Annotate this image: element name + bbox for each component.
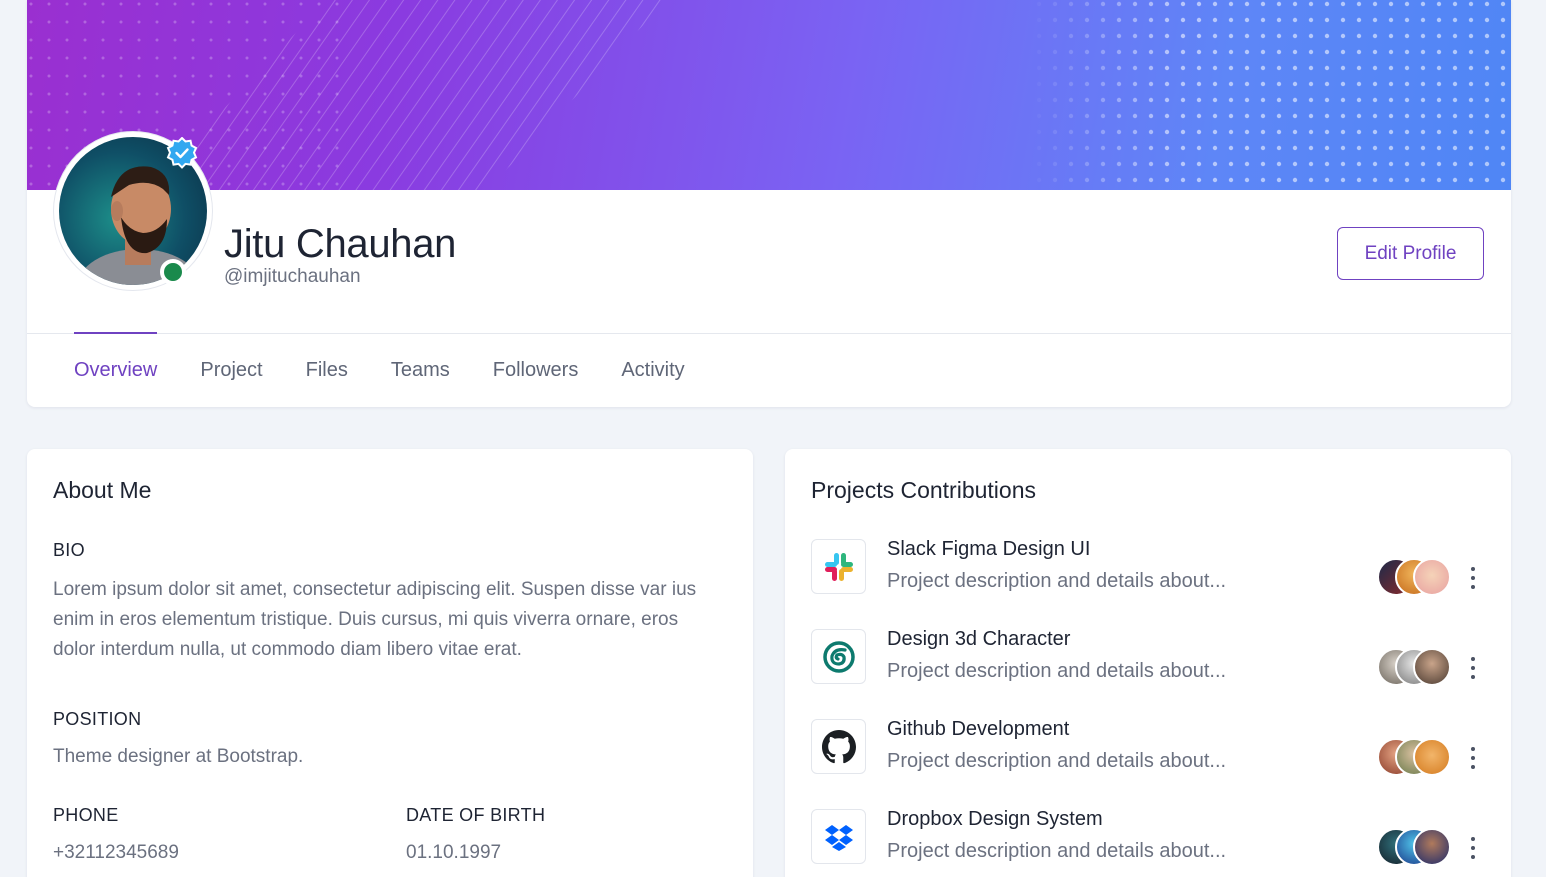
- position-value: Theme designer at Bootstrap.: [53, 746, 304, 767]
- project-item[interactable]: Design 3d Character Project description …: [811, 626, 1485, 699]
- avatar: [1413, 738, 1451, 776]
- about-title: About Me: [53, 477, 152, 503]
- contributor-avatars[interactable]: [1377, 828, 1457, 866]
- profile-handle: @imjituchauhan: [224, 266, 361, 287]
- tab-overview[interactable]: Overview: [74, 332, 158, 407]
- projects-contributions-card: Projects Contributions Slack Figma Desig…: [785, 449, 1511, 877]
- project-title[interactable]: Github Development: [887, 716, 1069, 742]
- tab-activity[interactable]: Activity: [621, 333, 684, 407]
- tab-followers[interactable]: Followers: [493, 333, 579, 407]
- dropbox-icon: [811, 809, 866, 864]
- tab-teams[interactable]: Teams: [391, 333, 450, 407]
- about-me-card: About Me BIO Lorem ipsum dolor sit amet,…: [27, 449, 753, 877]
- avatar: [1413, 558, 1451, 596]
- project-title[interactable]: Dropbox Design System: [887, 806, 1103, 832]
- cover-banner: [27, 0, 1511, 190]
- project-description: Project description and details about...: [887, 660, 1227, 682]
- edit-profile-button[interactable]: Edit Profile: [1337, 227, 1484, 280]
- avatar: [1413, 648, 1451, 686]
- dob-label: DATE OF BIRTH: [406, 805, 546, 825]
- tab-files[interactable]: Files: [306, 333, 348, 407]
- projects-title: Projects Contributions: [811, 477, 1036, 503]
- more-options-icon[interactable]: [1465, 747, 1481, 769]
- contributor-avatars[interactable]: [1377, 648, 1457, 686]
- phone-label: PHONE: [53, 805, 119, 825]
- contributor-avatars[interactable]: [1377, 558, 1457, 596]
- dob-value: 01.10.1997: [406, 842, 502, 863]
- profile-header-card: Jitu Chauhan @imjituchauhan Edit Profile…: [27, 0, 1511, 407]
- profile-tabs: Overview Project Files Teams Followers A…: [74, 332, 728, 407]
- project-description: Project description and details about...: [887, 570, 1227, 592]
- bio-label: BIO: [53, 540, 85, 560]
- contributor-avatars[interactable]: [1377, 738, 1457, 776]
- verified-badge-icon: [166, 137, 198, 169]
- 3d-character-icon: [811, 629, 866, 684]
- project-item[interactable]: Github Development Project description a…: [811, 716, 1485, 789]
- github-icon: [811, 719, 866, 774]
- avatar: [1413, 828, 1451, 866]
- project-description: Project description and details about...: [887, 840, 1227, 862]
- phone-value: +32112345689: [53, 842, 179, 863]
- project-title[interactable]: Design 3d Character: [887, 626, 1070, 652]
- online-status-dot: [160, 259, 186, 285]
- more-options-icon[interactable]: [1465, 657, 1481, 679]
- tab-project[interactable]: Project: [200, 333, 262, 407]
- project-item[interactable]: Slack Figma Design UI Project descriptio…: [811, 536, 1485, 609]
- more-options-icon[interactable]: [1465, 837, 1481, 859]
- project-title[interactable]: Slack Figma Design UI: [887, 536, 1090, 562]
- profile-name: Jitu Chauhan: [224, 222, 457, 266]
- slack-icon: [811, 539, 866, 594]
- project-item[interactable]: Dropbox Design System Project descriptio…: [811, 806, 1485, 877]
- more-options-icon[interactable]: [1465, 567, 1481, 589]
- cover-pattern: [27, 0, 1511, 190]
- bio-text: Lorem ipsum dolor sit amet, consectetur …: [53, 579, 697, 660]
- position-label: POSITION: [53, 709, 142, 729]
- project-description: Project description and details about...: [887, 750, 1227, 772]
